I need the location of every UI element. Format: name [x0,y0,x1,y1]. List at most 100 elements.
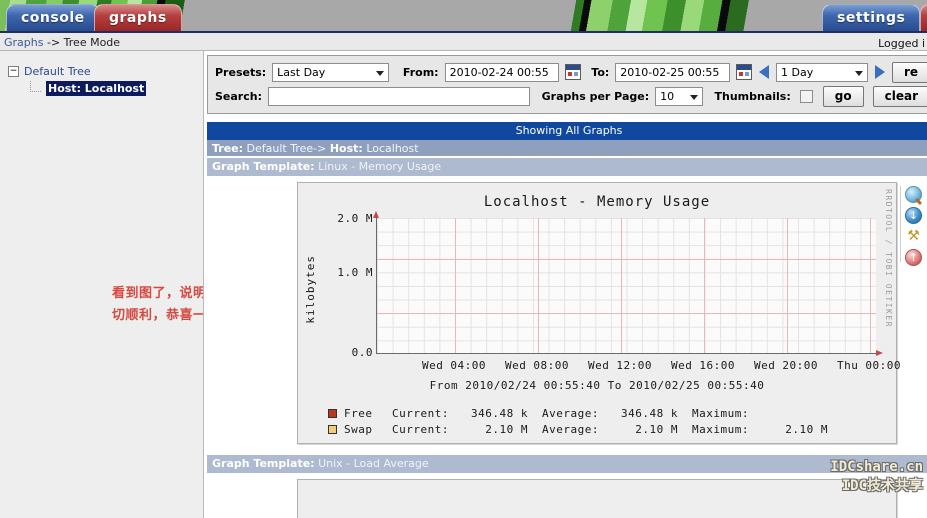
refresh-button[interactable]: re [891,61,927,83]
tab-settings[interactable]: settings [822,4,921,31]
host-value-label: Localhost [366,142,419,155]
graph-plot-area [376,218,876,354]
chevron-down-icon [854,70,863,76]
graph-y-axis-label: kilobytes [304,255,317,324]
rail-divider [900,186,901,262]
legend-swatch-icon [328,408,337,418]
chevron-down-icon [375,70,384,76]
gridline-major [538,218,539,353]
app-banner: console graphs settings [0,0,927,31]
from-label: From: [402,65,439,79]
tree-node-default-tree[interactable]: − Default Tree [8,63,203,80]
y-axis-arrow-icon [373,211,379,218]
graph-time-range-label: From 2010/02/24 00:55:40 To 2010/02/25 0… [429,379,765,392]
breadcrumb-arrow: -> [43,36,64,49]
wrench-icon[interactable]: ⚒ [905,228,922,245]
zoom-icon[interactable] [905,186,922,203]
tree-node-label-host[interactable]: Host: Localhost [46,81,147,96]
graph-y-ticks: 2.0 M 1.0 M 0.0 [318,212,373,359]
tab-graphs[interactable]: graphs [94,4,182,31]
graph-template-bar-memory: Graph Template: Linux - Memory Usage [207,158,927,176]
search-input[interactable] [267,86,530,106]
legend-maximum-label: Maximum: [692,406,749,420]
thumbnails-label: Thumbnails: [714,89,791,103]
tab-partial-offscreen[interactable] [920,4,927,31]
tree-key-label: Tree: [212,142,244,155]
collapse-icon[interactable]: − [8,66,19,77]
annotation-line-2: 切顺利，恭喜一下！ [112,308,203,323]
graphs-per-page-select[interactable]: 10 [655,86,703,106]
gridline-major [455,218,456,353]
legend-current-value: 346.48 k [471,406,528,420]
legend-average-label: Average: [542,406,599,420]
chevron-down-icon [689,94,698,100]
x-tick-label: Wed 16:00 [670,359,736,372]
previous-period-icon[interactable] [758,65,769,79]
template-key-label: Graph Template: [212,457,315,470]
x-tick-label: Wed 04:00 [421,359,487,372]
graph-filter-toolbar: Presets: Last Day From: 2010-02-24 00:55… [207,55,927,114]
y-tick-label: 2.0 M [337,212,373,225]
graphs-per-page-value: 10 [660,89,675,103]
tree-breadcrumb-bar: Tree: Default Tree-> Host: Localhost [207,140,927,158]
x-tick-label: Wed 08:00 [504,359,570,372]
tree-node-host-localhost[interactable]: Host: Localhost [8,80,203,97]
clear-button[interactable]: clear [872,85,927,107]
graph-template-bar-load: Graph Template: Unix - Load Average [207,455,927,473]
rrd-graph-memory-usage[interactable]: Localhost - Memory Usage RRDTOOL / TOBI … [297,182,901,444]
page-body: − Default Tree Host: Localhost 看到图了，说明安装… [0,51,927,518]
filter-row-search: Search: Graphs per Page: 10 Thumbnails: … [208,84,927,108]
legend-row-free: Free Current: 346.48 k Average: 346.48 k… [328,405,842,421]
x-tick-label: Wed 20:00 [753,359,819,372]
template-value-label: Unix - Load Average [318,457,429,470]
calendar-icon-to[interactable] [735,64,752,80]
presets-select[interactable]: Last Day [272,62,389,82]
presets-label: Presets: [215,65,267,79]
annotation-line-1: 看到图了，说明安装一 [112,286,204,301]
graph-tree: − Default Tree Host: Localhost [0,51,203,97]
interval-select[interactable]: 1 Day [775,62,868,82]
gridline-major [377,313,876,314]
to-date-input[interactable]: 2010-02-25 00:55 [615,62,730,82]
annotation-note: 看到图了，说明安装一 切顺利，恭喜一下！ [112,283,204,327]
graph-legend: Free Current: 346.48 k Average: 346.48 k… [328,405,842,437]
gridline-major [870,218,871,353]
main-content: Presets: Last Day From: 2010-02-24 00:55… [205,51,927,518]
legend-current-value: 2.10 M [485,422,528,436]
host-key-label: Host: [329,142,363,155]
tree-node-label-root[interactable]: Default Tree [24,65,91,78]
tree-branch-icon [30,81,41,92]
legend-maximum-label: Maximum: [692,422,749,436]
next-period-icon[interactable] [874,65,885,79]
x-axis-arrow-icon [876,350,883,356]
gridline-major [621,218,622,353]
graph-block-memory-usage: Localhost - Memory Usage RRDTOOL / TOBI … [207,176,927,450]
gridline-major [787,218,788,353]
rrd-graph-load-average[interactable] [297,479,897,518]
legend-current-label: Current: [392,422,449,436]
legend-current-label: Current: [392,406,449,420]
legend-row-swap: Swap Current: 2.10 M Average: 2.10 M Max… [328,421,842,437]
y-tick-label: 1.0 M [337,266,373,279]
calendar-icon-from[interactable] [565,64,582,80]
legend-average-label: Average: [542,422,599,436]
from-date-input[interactable]: 2010-02-24 00:55 [444,62,560,82]
presets-selected-value: Last Day [277,65,326,79]
tab-console[interactable]: console [6,4,100,31]
breadcrumb: Graphs -> Tree Mode [4,36,120,49]
showing-all-graphs-header: Showing All Graphs [207,122,927,140]
template-value-label: Linux - Memory Usage [318,160,442,173]
gridline-major [704,218,705,353]
gridline-major [377,259,876,260]
filter-row-dates: Presets: Last Day From: 2010-02-24 00:55… [208,60,927,84]
banner-stripe-right [560,0,850,31]
thumbnails-checkbox[interactable] [799,89,813,103]
arrow-up-icon[interactable]: ↑ [905,249,922,266]
legend-maximum-value: 2.10 M [785,422,828,436]
template-key-label: Graph Template: [212,160,315,173]
go-button[interactable]: go [822,85,864,107]
breadcrumb-link-graphs[interactable]: Graphs [4,36,43,49]
legend-series-name: Swap [344,422,373,436]
arrow-down-icon[interactable]: ↓ [905,207,922,224]
breadcrumb-bar: Graphs -> Tree Mode Logged i [0,31,927,51]
